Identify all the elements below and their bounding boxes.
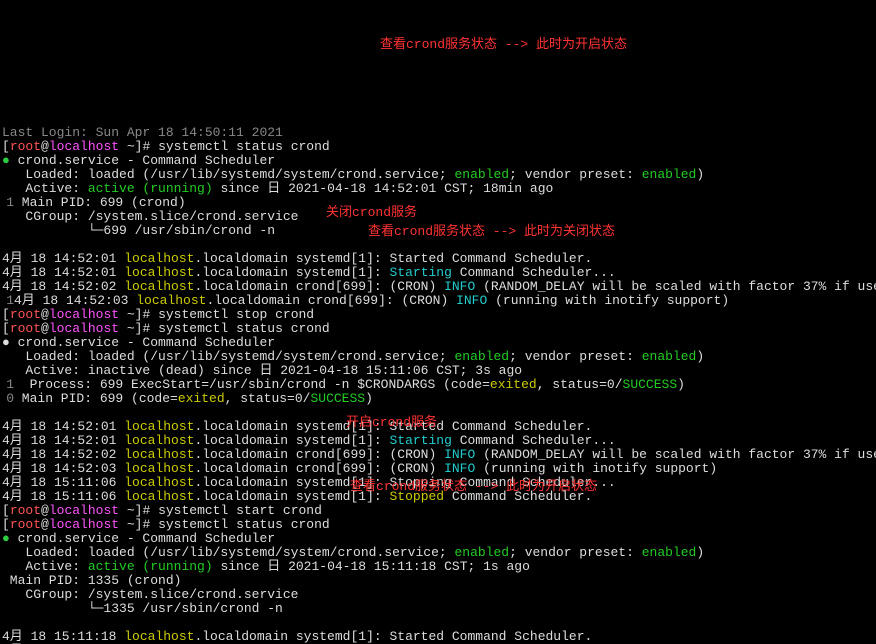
- active-running-1: active (running): [88, 181, 213, 196]
- cmd-status-3: systemctl status crond: [158, 517, 330, 532]
- terminal-content: Last Login: Sun Apr 18 14:50:11 2021 [ro…: [2, 126, 874, 644]
- unit-header-3: crond.service - Command Scheduler: [10, 531, 275, 546]
- gutter: 1: [2, 196, 14, 210]
- terminal[interactable]: { "gutter": { "one": "1", "zero": "0" },…: [0, 28, 876, 644]
- gutter: 1: [2, 378, 14, 392]
- cgroup-3b: └─1335 /usr/sbin/crond -n: [2, 601, 283, 616]
- prompt: [root@localhost ~]#: [2, 307, 158, 322]
- prompt: [root@localhost ~]#: [2, 503, 158, 518]
- annotation-close-service: 关闭crond服务: [326, 206, 417, 220]
- main-pid-3: Main PID: 1335 (crond): [2, 573, 181, 588]
- annotation-view-open-1: 查看crond服务状态 --> 此时为开启状态: [380, 38, 627, 52]
- active-dead: Active: inactive (dead) since 日 2021-04-…: [2, 363, 522, 378]
- active-running-2: active (running): [88, 559, 213, 574]
- cgroup-1a: CGroup: /system.slice/crond.service: [2, 209, 298, 224]
- unit-header-2: crond.service - Command Scheduler: [10, 335, 275, 350]
- unit-header-1: crond.service - Command Scheduler: [10, 153, 275, 168]
- log-started-1: .localdomain systemd[1]: Started Command…: [194, 251, 592, 266]
- cmd-start: systemctl start crond: [158, 503, 322, 518]
- status-dot-active-2: ●: [2, 531, 10, 546]
- loaded-enabled-1a: enabled: [454, 167, 509, 182]
- cmd-status-2: systemctl status crond: [158, 321, 330, 336]
- status-dot-active-1: ●: [2, 153, 10, 168]
- annotation-view-closed: 查看crond服务状态 --> 此时为关闭状态: [368, 225, 615, 239]
- last-login: Last Login: Sun Apr 18 14:50:11 2021: [2, 125, 283, 140]
- loaded-enabled-1b: enabled: [642, 167, 697, 182]
- prompt: [root@localhost ~]#: [2, 321, 158, 336]
- gutter: 1: [2, 294, 14, 308]
- cgroup-1b: └─699 /usr/sbin/crond -n: [2, 223, 275, 238]
- prompt: [root@localhost ~]#: [2, 517, 158, 532]
- annotation-view-open-2: 查看crond服务状态 --> 此时为开启状态: [350, 480, 597, 494]
- main-pid-1: Main PID: 699 (crond): [14, 195, 186, 210]
- gutter: 0: [2, 392, 14, 406]
- cmd-stop: systemctl stop crond: [158, 307, 314, 322]
- status-dot-inactive: ●: [2, 335, 10, 350]
- prompt: [root@localhost ~]#: [2, 139, 158, 154]
- annotation-open-service: 开启crond服务: [346, 416, 437, 430]
- cmd-status-1: systemctl status crond: [158, 139, 330, 154]
